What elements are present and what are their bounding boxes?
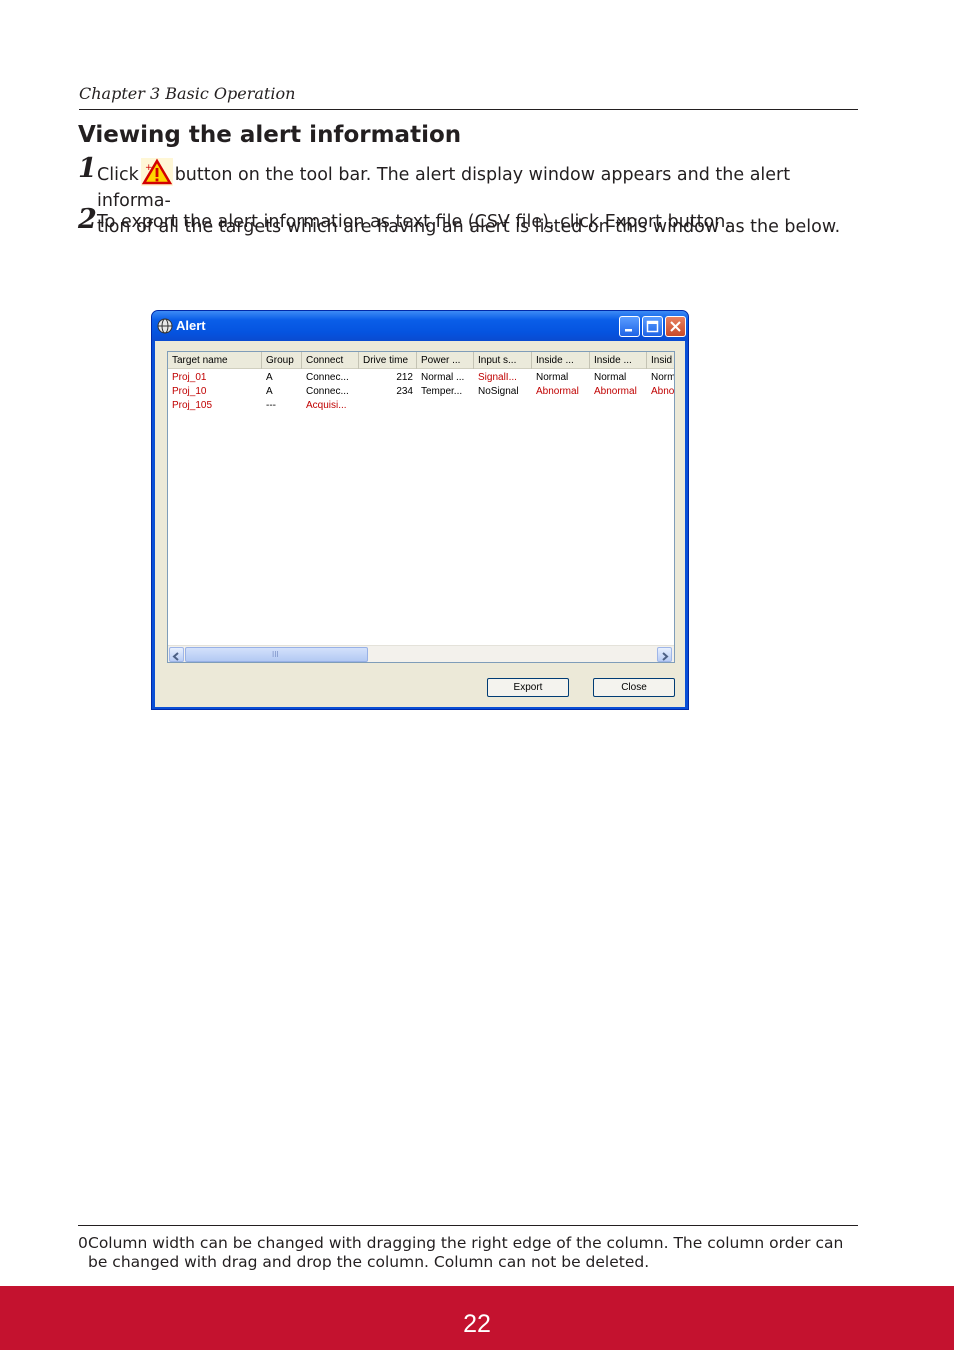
cell-power: Normal ...	[421, 372, 465, 383]
cell-inside-2	[590, 399, 647, 413]
minimize-icon	[625, 329, 632, 332]
scroll-right-button[interactable]	[657, 647, 672, 662]
table-row[interactable]: Proj_01 A Connec... 212 Normal ... Signa…	[168, 371, 674, 385]
column-connect[interactable]: Connect	[302, 352, 359, 369]
export-keyword: Export	[604, 212, 663, 232]
cell-connect: Connec...	[306, 372, 349, 383]
step-2-text: To export the alert information as text …	[97, 209, 862, 235]
cell-input: NoSignal	[478, 386, 519, 397]
cell-drive-time: 234	[396, 386, 413, 397]
alert-title: Alert	[176, 318, 206, 333]
alert-client-area: Target name Group Connect Drive time Pow…	[155, 341, 685, 707]
close-window-button[interactable]	[665, 316, 686, 337]
svg-text:+: +	[145, 163, 153, 173]
chapter-title: Chapter 3 Basic Operation	[79, 84, 296, 103]
list-header: Target name Group Connect Drive time Pow…	[168, 352, 674, 369]
footnote: 0 Column width can be changed with dragg…	[78, 1225, 858, 1272]
scrollbar-thumb[interactable]: III	[185, 647, 368, 662]
chevron-right-icon	[662, 652, 669, 661]
cell-group: A	[266, 386, 273, 397]
step-1-text-before: Click	[97, 165, 139, 185]
cell-inside-3: Abno	[651, 386, 674, 397]
page-footer: 22	[0, 1286, 954, 1350]
column-group[interactable]: Group	[262, 352, 302, 369]
column-target-name[interactable]: Target name	[168, 352, 262, 369]
chevron-left-icon	[172, 652, 179, 661]
cell-target-name: Proj_10	[172, 386, 207, 397]
step-2-text-before: To export the alert information as text …	[97, 212, 600, 232]
maximize-icon	[646, 320, 659, 333]
cell-group: ---	[266, 400, 276, 411]
cell-inside-3: Norm	[651, 372, 674, 383]
chapter-header: Chapter 3 Basic Operation	[79, 83, 858, 110]
step-number-2: 2	[78, 204, 97, 235]
step-2-text-after: button.	[667, 212, 731, 232]
export-button[interactable]: Export	[487, 678, 569, 697]
step-1-text-after: button on the tool bar. The alert displa…	[97, 165, 791, 211]
alert-window: Alert Target name Group Connect Drive ti…	[151, 310, 689, 710]
cell-power: Temper...	[421, 386, 463, 397]
cell-input: SignalI...	[478, 372, 517, 383]
alert-list[interactable]: Target name Group Connect Drive time Pow…	[167, 351, 675, 663]
scroll-left-button[interactable]	[169, 647, 184, 662]
column-drive-time[interactable]: Drive time	[359, 352, 417, 369]
scrollbar-grip: III	[272, 650, 279, 659]
horizontal-scrollbar[interactable]: III	[168, 645, 674, 662]
alert-warning-icon: +	[140, 158, 173, 186]
close-icon	[670, 321, 681, 332]
column-input[interactable]: Input s...	[474, 352, 532, 369]
cell-connect: Connec...	[306, 386, 349, 397]
column-inside-3[interactable]: Insid	[647, 352, 674, 369]
cell-target-name: Proj_01	[172, 372, 207, 383]
cell-drive-time	[359, 399, 417, 413]
footnote-text: Column width can be changed with draggin…	[88, 1234, 844, 1271]
cell-inside-1	[532, 399, 590, 413]
column-inside-2[interactable]: Inside ...	[590, 352, 647, 369]
close-button[interactable]: Close	[593, 678, 675, 697]
cell-inside-1: Normal	[536, 372, 569, 383]
cell-inside-2: Normal	[594, 372, 627, 383]
cell-inside-1: Abnormal	[536, 386, 579, 397]
footnote-mark: 0	[78, 1234, 88, 1252]
table-row[interactable]: Proj_105 --- Acquisi...	[168, 399, 674, 413]
cell-drive-time: 212	[396, 372, 413, 383]
page-number: 22	[463, 1310, 491, 1338]
column-power[interactable]: Power ...	[417, 352, 474, 369]
cell-power	[417, 399, 474, 413]
column-inside-1[interactable]: Inside ...	[532, 352, 590, 369]
cell-connect: Acquisi...	[306, 400, 347, 411]
section-title: Viewing the alert information	[78, 122, 462, 148]
minimize-button[interactable]	[619, 316, 640, 337]
cell-inside-2: Abnormal	[594, 386, 637, 397]
cell-input	[474, 399, 532, 413]
alert-titlebar[interactable]: Alert	[152, 311, 688, 341]
table-row[interactable]: Proj_10 A Connec... 234 Temper... NoSign…	[168, 385, 674, 399]
step-number-1: 1	[78, 153, 97, 184]
cell-group: A	[266, 372, 273, 383]
globe-icon	[157, 318, 173, 334]
cell-inside-3	[647, 399, 674, 413]
maximize-button[interactable]	[642, 316, 663, 337]
cell-target-name: Proj_105	[172, 400, 213, 411]
